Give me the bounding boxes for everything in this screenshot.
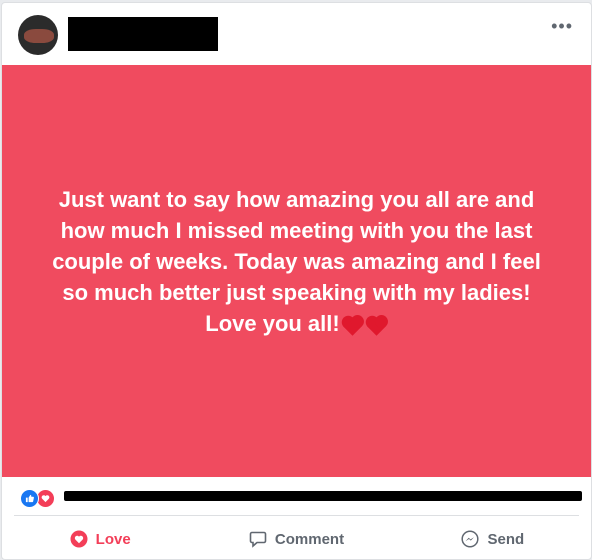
love-button[interactable]: Love <box>2 519 198 559</box>
love-label: Love <box>95 530 131 548</box>
post-card: ••• Just want to say how amazing you all… <box>1 2 592 560</box>
redacted-author-name <box>68 17 218 51</box>
avatar[interactable] <box>18 15 58 55</box>
heart-emoji-icon <box>343 316 362 336</box>
comment-label: Comment <box>274 530 345 548</box>
post-text-line: Just want to say how amazing you all are… <box>58 186 535 212</box>
love-icon <box>70 530 88 548</box>
post-text: Just want to say how amazing you all are… <box>37 184 557 339</box>
like-reaction-icon <box>20 489 39 508</box>
divider <box>14 515 579 516</box>
post-header: ••• <box>2 3 591 65</box>
post-text-line-last: Love you all! <box>37 308 557 339</box>
post-text-line: couple of weeks. Today was amazing and I… <box>52 248 541 274</box>
action-bar: Love Comment Send <box>2 519 591 559</box>
heart-emoji-icon <box>367 316 386 336</box>
messenger-icon <box>461 530 480 548</box>
post-text-line: how much I missed meeting with you the l… <box>60 217 533 243</box>
send-label: Send <box>487 530 525 548</box>
more-options-icon[interactable]: ••• <box>551 17 573 35</box>
reactions-bar <box>2 477 591 517</box>
redacted-reactor-names <box>64 491 582 501</box>
post-text-line: so much better just speaking with my lad… <box>62 279 531 305</box>
comment-icon <box>249 530 267 548</box>
post-text-line: Love you all! <box>205 310 340 336</box>
reaction-icons[interactable] <box>20 489 60 508</box>
comment-button[interactable]: Comment <box>198 519 394 559</box>
send-button[interactable]: Send <box>395 519 591 559</box>
post-background: Just want to say how amazing you all are… <box>2 65 591 477</box>
